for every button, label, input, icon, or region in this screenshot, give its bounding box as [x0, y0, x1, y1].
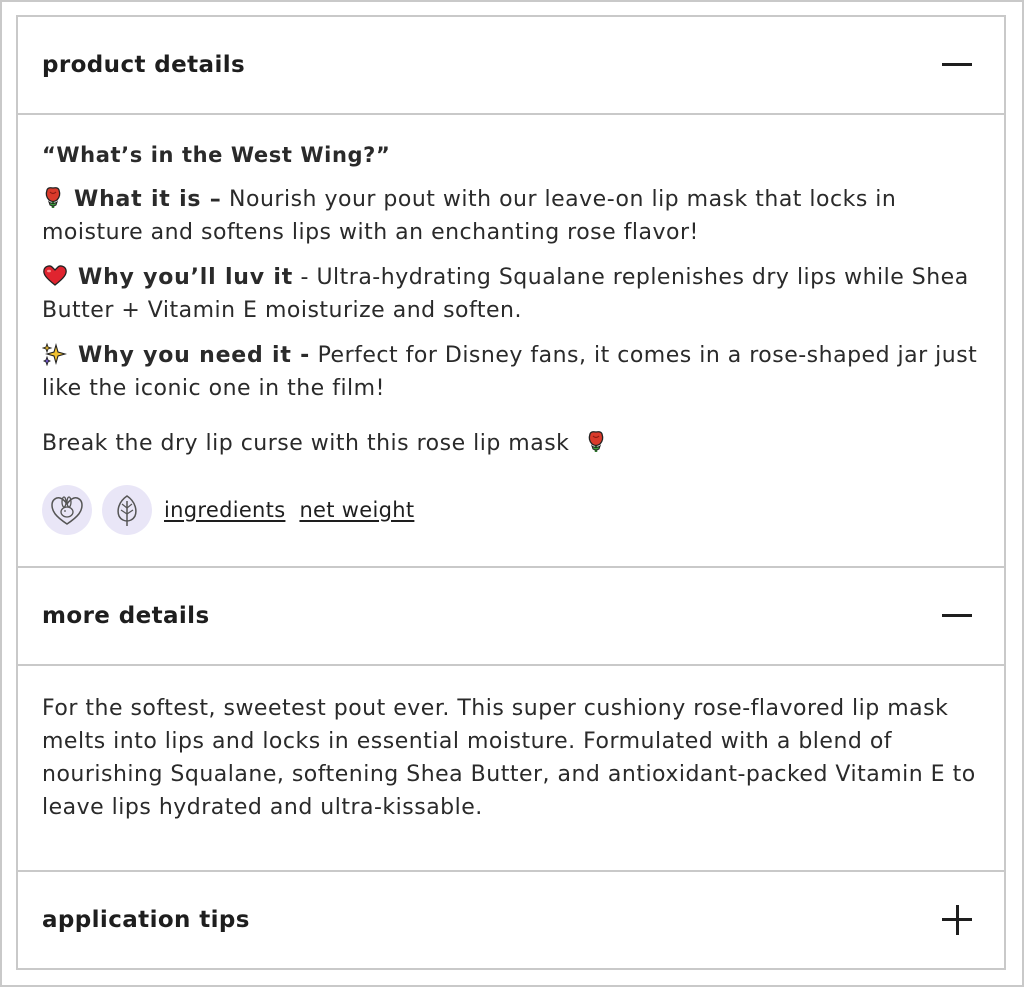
sparkles-icon [42, 342, 68, 366]
rose-icon [45, 187, 61, 208]
cruelty-free-bunny-icon [51, 496, 83, 525]
more-details-body: For the softest, sweetest pout ever. Thi… [18, 666, 1004, 870]
cruelty-free-badge [42, 485, 92, 535]
why-luv-label: Why you’ll luv it [78, 265, 294, 290]
vegan-badge [102, 485, 152, 535]
minus-icon[interactable] [942, 601, 972, 631]
product-details-title: product details [42, 52, 246, 78]
ingredients-link[interactable]: ingredients [164, 494, 285, 527]
more-details-text: For the softest, sweetest pout ever. Thi… [42, 696, 976, 820]
net-weight-link[interactable]: net weight [299, 494, 414, 527]
curse-line-text: Break the dry lip curse with this rose l… [42, 431, 570, 456]
product-details-header[interactable]: product details [18, 17, 1004, 113]
application-tips-title: application tips [42, 907, 250, 933]
minus-icon[interactable] [942, 50, 972, 80]
product-details-body: “What’s in the West Wing?” What it is – … [18, 115, 1004, 566]
vegan-leaf-icon [117, 495, 137, 526]
badges-row: ingredients net weight [42, 484, 980, 536]
more-details-title: more details [42, 603, 210, 629]
heart-icon [43, 265, 67, 286]
why-need-paragraph: Why you need it - Perfect for Disney fan… [42, 339, 980, 405]
what-it-is-paragraph: What it is – Nourish your pout with our … [42, 183, 980, 249]
more-details-header[interactable]: more details [18, 568, 1004, 664]
rose-icon [588, 431, 604, 452]
application-tips-header[interactable]: application tips [18, 872, 1004, 968]
product-accordion: product details “What’s in the West Wing… [16, 15, 1006, 970]
why-luv-paragraph: Why you’ll luv it - Ultra-hydrating Squa… [42, 261, 980, 327]
plus-icon[interactable] [942, 905, 972, 935]
what-it-is-label: What it is – [74, 187, 222, 212]
product-quote: “What’s in the West Wing?” [42, 143, 391, 167]
curse-line: Break the dry lip curse with this rose l… [42, 427, 980, 460]
why-need-label: Why you need it - [78, 343, 311, 368]
